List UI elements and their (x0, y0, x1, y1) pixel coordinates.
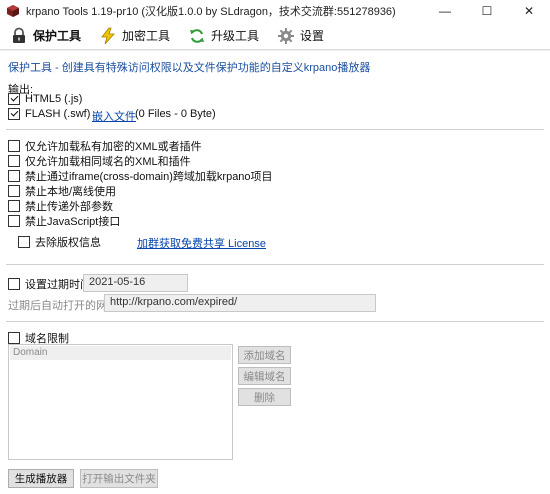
tab-encrypt-tools[interactable]: 加密工具 (89, 22, 178, 49)
tab-settings[interactable]: 设置 (267, 22, 332, 49)
option-no-javascript[interactable]: 禁止JavaScript接口 (8, 213, 120, 229)
remove-copyright-checkbox[interactable] (18, 236, 30, 248)
separator (6, 264, 544, 265)
domain-list[interactable]: Domain (8, 344, 233, 460)
option-no-external-params[interactable]: 禁止传递外部参数 (8, 198, 113, 214)
separator (6, 321, 544, 322)
open-output-folder-button[interactable]: 打开输出文件夹 (80, 469, 158, 488)
protect-tools-panel: 保护工具 - 创建具有特殊访问权限以及文件保护功能的自定义krpano播放器 输… (0, 51, 550, 494)
expire-date-field[interactable]: 2021-05-16 (83, 274, 188, 292)
option-checkbox[interactable] (8, 200, 20, 212)
option-no-local[interactable]: 禁止本地/离线使用 (8, 183, 116, 199)
expire-option[interactable]: 设置过期时间: (8, 276, 94, 292)
option-label: 禁止本地/离线使用 (25, 186, 117, 198)
option-checkbox[interactable] (8, 155, 20, 167)
option-label: 禁止通过iframe(cross-domain)跨域加载krpano项目 (25, 171, 273, 183)
option-same-domain[interactable]: 仅允许加载相同域名的XML和插件 (8, 153, 191, 169)
expire-checkbox[interactable] (8, 278, 20, 290)
embed-files-link[interactable]: 嵌入文件 (92, 108, 136, 124)
flash-checkbox[interactable] (8, 108, 20, 120)
tab-upgrade-tools[interactable]: 升级工具 (178, 22, 267, 49)
lightning-icon (99, 27, 117, 45)
option-checkbox[interactable] (8, 170, 20, 182)
files-info: (0 Files - 0 Byte) (135, 108, 216, 120)
option-label: 仅允许加载相同域名的XML和插件 (25, 156, 191, 168)
option-no-iframe[interactable]: 禁止通过iframe(cross-domain)跨域加载krpano项目 (8, 168, 273, 184)
title-bar: krpano Tools 1.19-pr10 (汉化版1.0.0 by SLdr… (0, 0, 550, 22)
close-button[interactable]: ✕ (508, 0, 550, 22)
option-label: 仅允许加载私有加密的XML或者插件 (25, 141, 202, 153)
tab-label: 加密工具 (122, 29, 171, 43)
html5-option[interactable]: HTML5 (.js) (8, 93, 82, 105)
flash-option[interactable]: FLASH (.swf) (8, 108, 90, 120)
panel-description: 保护工具 - 创建具有特殊访问权限以及文件保护功能的自定义krpano播放器 (8, 59, 370, 75)
main-toolbar: 保护工具 加密工具 升级工具 设置 (0, 22, 550, 50)
maximize-button[interactable]: ☐ (466, 0, 508, 22)
flash-label: FLASH (.swf) (25, 108, 91, 120)
option-checkbox[interactable] (8, 140, 20, 152)
domain-restrict-checkbox[interactable] (8, 332, 20, 344)
html5-label: HTML5 (.js) (25, 93, 83, 105)
domain-list-header: Domain (10, 346, 231, 360)
option-checkbox[interactable] (8, 185, 20, 197)
description-text: - 创建具有特殊访问权限以及文件保护功能的自定义krpano播放器 (52, 62, 371, 74)
refresh-icon (188, 27, 206, 45)
tab-label: 设置 (300, 29, 325, 43)
license-link[interactable]: 加群获取免费共享 License (137, 235, 266, 251)
gear-icon (277, 27, 295, 45)
description-label: 保护工具 (8, 62, 52, 74)
redirect-url-field[interactable]: http://krpano.com/expired/ (104, 294, 376, 312)
option-checkbox[interactable] (8, 215, 20, 227)
build-player-button[interactable]: 生成播放器 (8, 469, 74, 488)
delete-domain-button[interactable]: 删除 (238, 388, 291, 406)
tab-label: 保护工具 (33, 29, 82, 43)
window-title: krpano Tools 1.19-pr10 (汉化版1.0.0 by SLdr… (26, 6, 396, 18)
remove-copyright-label: 去除版权信息 (35, 237, 101, 249)
edit-domain-button[interactable]: 编辑域名 (238, 367, 291, 385)
remove-copyright-option[interactable]: 去除版权信息 (18, 234, 101, 250)
add-domain-button[interactable]: 添加域名 (238, 346, 291, 364)
separator (6, 129, 544, 130)
krpano-app-icon (7, 5, 19, 17)
tab-label: 升级工具 (211, 29, 260, 43)
lock-icon (10, 27, 28, 45)
option-label: 禁止JavaScript接口 (25, 216, 121, 228)
option-encrypted-only[interactable]: 仅允许加载私有加密的XML或者插件 (8, 138, 202, 154)
option-label: 禁止传递外部参数 (25, 201, 113, 213)
tab-protect-tools[interactable]: 保护工具 (0, 22, 89, 49)
minimize-button[interactable]: — (424, 0, 466, 22)
html5-checkbox[interactable] (8, 93, 20, 105)
